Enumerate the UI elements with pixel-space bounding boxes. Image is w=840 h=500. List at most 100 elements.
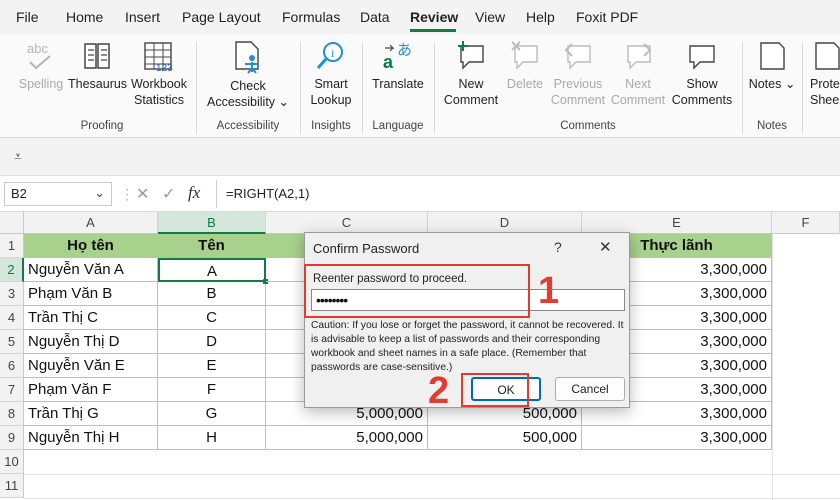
column-header-f[interactable]: F xyxy=(772,212,840,234)
ribbon-separator xyxy=(362,42,363,134)
cell-b2-selected[interactable]: A xyxy=(158,258,266,282)
cancel-entry-icon[interactable]: ✕ xyxy=(136,184,149,204)
menu-file[interactable]: File xyxy=(16,9,39,25)
new-comment-icon xyxy=(458,41,484,70)
menu-help[interactable]: Help xyxy=(526,9,555,25)
cell-name[interactable]: Nguyễn Văn E xyxy=(24,354,158,378)
cell-letter[interactable]: F xyxy=(158,378,266,402)
ribbon-separator xyxy=(802,42,803,134)
highlight-box-ok xyxy=(461,373,529,407)
delete-comment-button[interactable]: Delete xyxy=(502,40,548,92)
row-header[interactable]: 4 xyxy=(0,306,24,330)
cell-letter[interactable]: C xyxy=(158,306,266,330)
previous-comment-button[interactable]: Previous Comment xyxy=(548,40,608,108)
cell-letter[interactable]: E xyxy=(158,354,266,378)
menu-insert[interactable]: Insert xyxy=(125,9,160,25)
translate-button[interactable]: aあ Translate xyxy=(368,40,428,92)
cancel-button[interactable]: Cancel xyxy=(555,377,625,401)
show-comments-icon xyxy=(689,45,715,70)
cell-name[interactable]: Trần Thị G xyxy=(24,402,158,426)
ribbon-separator xyxy=(434,42,435,134)
cell-name[interactable]: Trần Thị C xyxy=(24,306,158,330)
menu-bar: File Home Insert Page Layout Formulas Da… xyxy=(0,0,840,34)
name-box[interactable]: B2 ⌄ xyxy=(4,182,112,206)
smart-lookup-button[interactable]: i Smart Lookup xyxy=(306,40,356,108)
column-header-d[interactable]: D xyxy=(428,212,582,234)
row-header[interactable]: 2 xyxy=(0,258,24,282)
customize-toolbar-icon[interactable]: ⩡ xyxy=(14,148,22,165)
group-label-comments: Comments xyxy=(560,120,616,132)
menu-foxit-pdf[interactable]: Foxit PDF xyxy=(576,9,638,25)
cell-name[interactable]: Nguyễn Thị H xyxy=(24,426,158,450)
row-header[interactable]: 10 xyxy=(0,450,24,474)
row-header[interactable]: 7 xyxy=(0,378,24,402)
cell-d[interactable]: 500,000 xyxy=(428,426,582,450)
thesaurus-button[interactable]: Thesaurus xyxy=(68,40,128,92)
check-accessibility-button[interactable]: Check Accessibility ⌄ xyxy=(204,40,292,110)
menu-formulas[interactable]: Formulas xyxy=(282,9,340,25)
active-tab-indicator xyxy=(410,29,456,32)
menu-view[interactable]: View xyxy=(475,9,505,25)
cell-letter[interactable]: B xyxy=(158,282,266,306)
cell-letter[interactable]: G xyxy=(158,402,266,426)
workbook-statistics-label-1: Workbook xyxy=(130,77,188,91)
help-icon[interactable]: ? xyxy=(554,239,562,255)
close-icon[interactable]: ✕ xyxy=(599,238,612,256)
formula-input[interactable]: =RIGHT(A2,1) xyxy=(226,186,309,201)
next-comment-button[interactable]: Next Comment xyxy=(608,40,668,108)
column-header-b[interactable]: B xyxy=(158,212,266,234)
row-header[interactable]: 3 xyxy=(0,282,24,306)
row-header[interactable]: 1 xyxy=(0,234,24,258)
row-header[interactable]: 11 xyxy=(0,474,24,498)
thesaurus-label: Thesaurus xyxy=(68,77,128,91)
protect-sheet-button[interactable]: Prote Shee xyxy=(810,40,840,108)
row-header[interactable]: 6 xyxy=(0,354,24,378)
delete-comment-icon xyxy=(511,41,538,70)
cell-name[interactable]: Phạm Văn F xyxy=(24,378,158,402)
step-number-1: 1 xyxy=(538,270,560,312)
spelling-button[interactable]: abc Spelling xyxy=(16,40,66,92)
cell-name[interactable]: Phạm Văn B xyxy=(24,282,158,306)
svg-text:a: a xyxy=(383,52,394,72)
menu-page-layout[interactable]: Page Layout xyxy=(182,9,261,25)
row-header[interactable]: 5 xyxy=(0,330,24,354)
svg-text:あ: あ xyxy=(397,41,412,59)
show-comments-button[interactable]: Show Comments xyxy=(668,40,736,108)
check-accessibility-label-1: Check xyxy=(230,79,266,93)
ribbon-separator xyxy=(196,42,197,134)
row-header[interactable]: 8 xyxy=(0,402,24,426)
cell-letter[interactable]: D xyxy=(158,330,266,354)
cell-header-ho-ten[interactable]: Họ tên xyxy=(24,234,158,258)
column-header-a[interactable]: A xyxy=(24,212,158,234)
insert-function-icon[interactable]: fx xyxy=(188,183,200,203)
workbook-statistics-button[interactable]: 123 Workbook Statistics xyxy=(128,40,190,108)
cell-header-ten[interactable]: Tên xyxy=(158,234,266,258)
menu-home[interactable]: Home xyxy=(66,9,103,25)
protect-sheet-label-2: Shee xyxy=(810,93,840,107)
column-header-c[interactable]: C xyxy=(266,212,428,234)
new-comment-button[interactable]: New Comment xyxy=(440,40,502,108)
check-accessibility-label-2: Accessibility xyxy=(206,95,276,109)
menu-data[interactable]: Data xyxy=(360,9,390,25)
cell-name[interactable]: Nguyễn Thị D xyxy=(24,330,158,354)
row-header[interactable]: 9 xyxy=(0,426,24,450)
smart-lookup-icon: i xyxy=(316,42,343,69)
confirm-entry-icon[interactable]: ✓ xyxy=(162,184,175,204)
chevron-down-icon: ⌄ xyxy=(781,77,796,91)
group-label-insights: Insights xyxy=(311,120,351,132)
cell-letter[interactable]: H xyxy=(158,426,266,450)
quick-access-toolbar: ⩡ xyxy=(0,138,840,176)
column-header-e[interactable]: E xyxy=(582,212,772,234)
caution-text: Caution: If you lose or forget the passw… xyxy=(311,320,624,373)
notes-button[interactable]: Notes ⌄ xyxy=(748,40,796,92)
chevron-down-icon[interactable]: ⌄ xyxy=(94,185,105,201)
cell-name[interactable]: Nguyễn Văn A xyxy=(24,258,158,282)
menu-review[interactable]: Review xyxy=(410,9,458,25)
smart-lookup-label-1: Smart xyxy=(314,77,348,91)
thesaurus-icon xyxy=(84,43,110,69)
ribbon: abc Spelling Thesaurus 123 Workbook Stat… xyxy=(0,34,840,138)
dialog-title: Confirm Password xyxy=(313,241,420,256)
cell-thuc-lanh[interactable]: 3,300,000 xyxy=(582,426,772,450)
select-all-corner[interactable] xyxy=(0,212,24,234)
cell-c[interactable]: 5,000,000 xyxy=(266,426,428,450)
